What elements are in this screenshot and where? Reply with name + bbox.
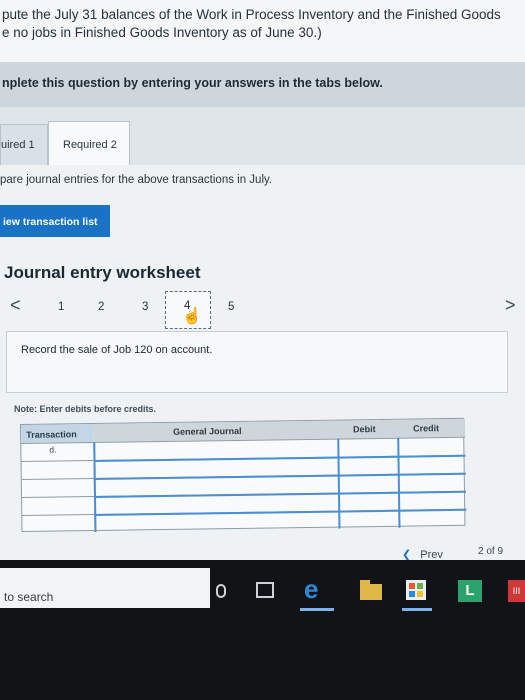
microphone-icon[interactable]: [216, 584, 226, 598]
tabs-row: uired 1 Required 2: [0, 107, 525, 173]
app-l-icon[interactable]: L: [458, 580, 482, 602]
account-input-row-1[interactable]: [95, 440, 335, 459]
credit-input-row-1[interactable]: [399, 438, 463, 455]
account-input-row-5[interactable]: [96, 512, 336, 531]
account-input-row-2[interactable]: [96, 458, 336, 477]
instructions-text: nplete this question by entering your an…: [2, 76, 383, 90]
windows-taskbar: to search e L III: [0, 560, 525, 700]
page-2[interactable]: 2: [98, 301, 104, 313]
worksheet-title: Journal entry worksheet: [4, 263, 201, 282]
column-credit: Credit: [396, 418, 466, 438]
transaction-cell-row-1: d.: [49, 444, 57, 455]
app-red-icon[interactable]: III: [508, 580, 525, 602]
question-text: pute the July 31 balances of the Work in…: [0, 0, 525, 62]
page-indicator: 2 of 9: [478, 546, 504, 557]
task-view-icon[interactable]: [256, 582, 274, 598]
store-icon[interactable]: [406, 580, 426, 600]
next-arrow-icon[interactable]: >: [505, 295, 516, 316]
debits-note: Note: Enter debits before credits.: [14, 404, 157, 414]
question-line-1: pute the July 31 balances of the Work in…: [2, 7, 501, 22]
account-input-row-3[interactable]: [96, 476, 336, 495]
edge-browser-icon[interactable]: e: [304, 576, 330, 604]
entry-prompt: Record the sale of Job 120 on account.: [21, 344, 213, 356]
tab-content: pare journal entries for the above trans…: [0, 165, 525, 561]
column-transaction: Transaction: [21, 423, 94, 443]
page-3[interactable]: 3: [142, 301, 148, 313]
question-line-2: e no jobs in Finished Goods Inventory as…: [2, 25, 322, 40]
debit-input-row-1[interactable]: [339, 439, 395, 456]
journal-table: Transaction General Journal Debit Credit…: [20, 417, 467, 532]
prepare-instructions: pare journal entries for the above trans…: [0, 174, 273, 186]
prev-arrow-icon[interactable]: <: [10, 295, 21, 316]
entry-prompt-box: Record the sale of Job 120 on account.: [6, 331, 508, 393]
taskbar-search-text: to search: [4, 590, 54, 604]
page-4-active[interactable]: 4 ☝: [165, 291, 211, 329]
taskbar-search-box[interactable]: to search: [0, 568, 210, 608]
instructions-band: nplete this question by entering your an…: [0, 62, 525, 107]
page-1[interactable]: 1: [58, 301, 64, 313]
column-debit: Debit: [336, 419, 398, 439]
worksheet-pager: < 1 2 3 4 ☝ 5 >: [0, 291, 525, 331]
page-5[interactable]: 5: [228, 301, 234, 313]
account-input-row-4[interactable]: [96, 494, 336, 513]
view-transaction-list-button[interactable]: iew transaction list: [0, 205, 110, 237]
hand-cursor-icon: ☝: [182, 308, 202, 325]
file-explorer-icon[interactable]: [360, 580, 382, 600]
